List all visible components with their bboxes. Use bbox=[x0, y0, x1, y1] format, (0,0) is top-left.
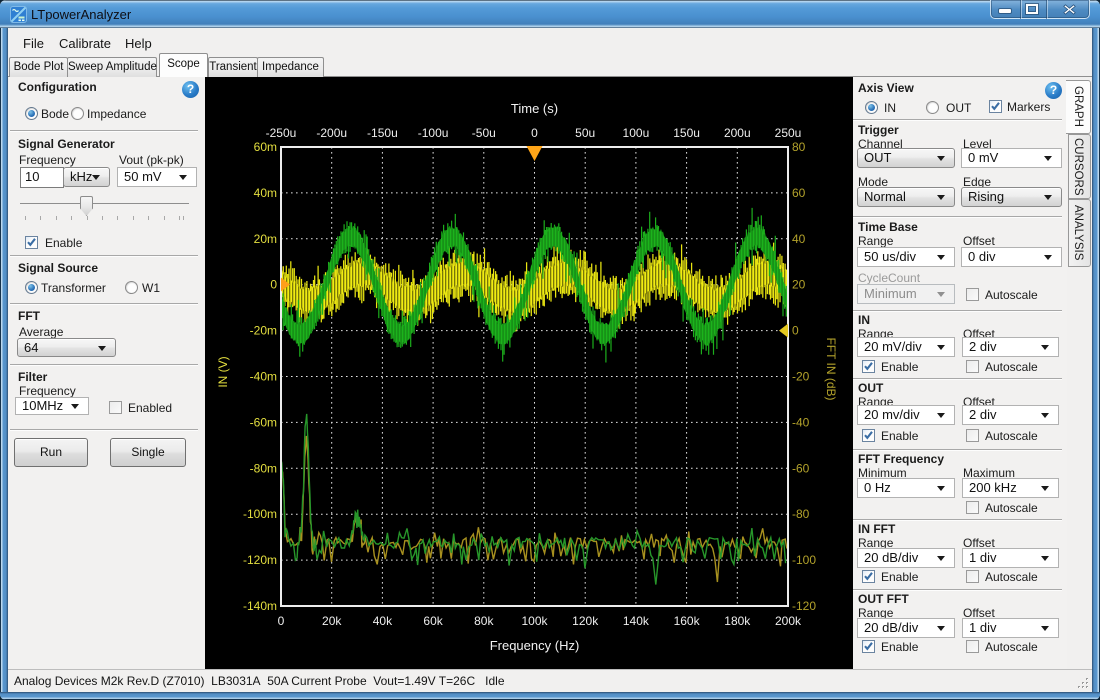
svg-text:160k: 160k bbox=[674, 614, 701, 628]
svg-text:20: 20 bbox=[792, 278, 806, 292]
svg-text:200k: 200k bbox=[775, 614, 802, 628]
svg-text:180k: 180k bbox=[724, 614, 751, 628]
svg-text:-40m: -40m bbox=[250, 370, 277, 384]
svg-text:-120m: -120m bbox=[243, 553, 277, 567]
svg-text:0: 0 bbox=[792, 324, 799, 338]
svg-text:0: 0 bbox=[531, 126, 538, 140]
svg-text:-20m: -20m bbox=[250, 324, 277, 338]
svg-text:150u: 150u bbox=[673, 126, 700, 140]
svg-text:-60m: -60m bbox=[250, 415, 277, 429]
svg-text:20k: 20k bbox=[322, 614, 342, 628]
svg-text:0: 0 bbox=[278, 614, 285, 628]
svg-text:-200u: -200u bbox=[316, 126, 347, 140]
svg-text:60k: 60k bbox=[423, 614, 443, 628]
svg-text:100u: 100u bbox=[623, 126, 650, 140]
svg-text:-100u: -100u bbox=[418, 126, 449, 140]
svg-text:-80m: -80m bbox=[250, 461, 277, 475]
svg-text:100k: 100k bbox=[521, 614, 548, 628]
svg-text:IN (V): IN (V) bbox=[216, 356, 230, 387]
svg-text:40m: 40m bbox=[254, 186, 277, 200]
svg-text:250u: 250u bbox=[775, 126, 802, 140]
svg-text:-250u: -250u bbox=[266, 126, 297, 140]
svg-text:-120: -120 bbox=[792, 599, 816, 613]
svg-text:-50u: -50u bbox=[472, 126, 496, 140]
svg-text:60: 60 bbox=[792, 186, 806, 200]
svg-text:140k: 140k bbox=[623, 614, 650, 628]
svg-text:-100: -100 bbox=[792, 553, 816, 567]
svg-text:0: 0 bbox=[270, 278, 277, 292]
svg-text:Time (s): Time (s) bbox=[511, 101, 558, 116]
svg-text:40: 40 bbox=[792, 232, 806, 246]
svg-text:-150u: -150u bbox=[367, 126, 398, 140]
svg-text:120k: 120k bbox=[572, 614, 599, 628]
svg-text:-80: -80 bbox=[792, 507, 810, 521]
svg-text:Frequency (Hz): Frequency (Hz) bbox=[490, 638, 580, 653]
svg-text:40k: 40k bbox=[373, 614, 393, 628]
svg-text:80k: 80k bbox=[474, 614, 494, 628]
svg-text:-60: -60 bbox=[792, 461, 810, 475]
svg-text:FFT IN (dB): FFT IN (dB) bbox=[824, 337, 838, 400]
svg-text:-40: -40 bbox=[792, 415, 810, 429]
svg-text:60m: 60m bbox=[254, 140, 277, 154]
svg-text:20m: 20m bbox=[254, 232, 277, 246]
svg-text:-140m: -140m bbox=[243, 599, 277, 613]
svg-text:50u: 50u bbox=[575, 126, 595, 140]
svg-text:80: 80 bbox=[792, 140, 806, 154]
svg-text:-20: -20 bbox=[792, 370, 810, 384]
svg-text:-100m: -100m bbox=[243, 507, 277, 521]
svg-text:200u: 200u bbox=[724, 126, 751, 140]
